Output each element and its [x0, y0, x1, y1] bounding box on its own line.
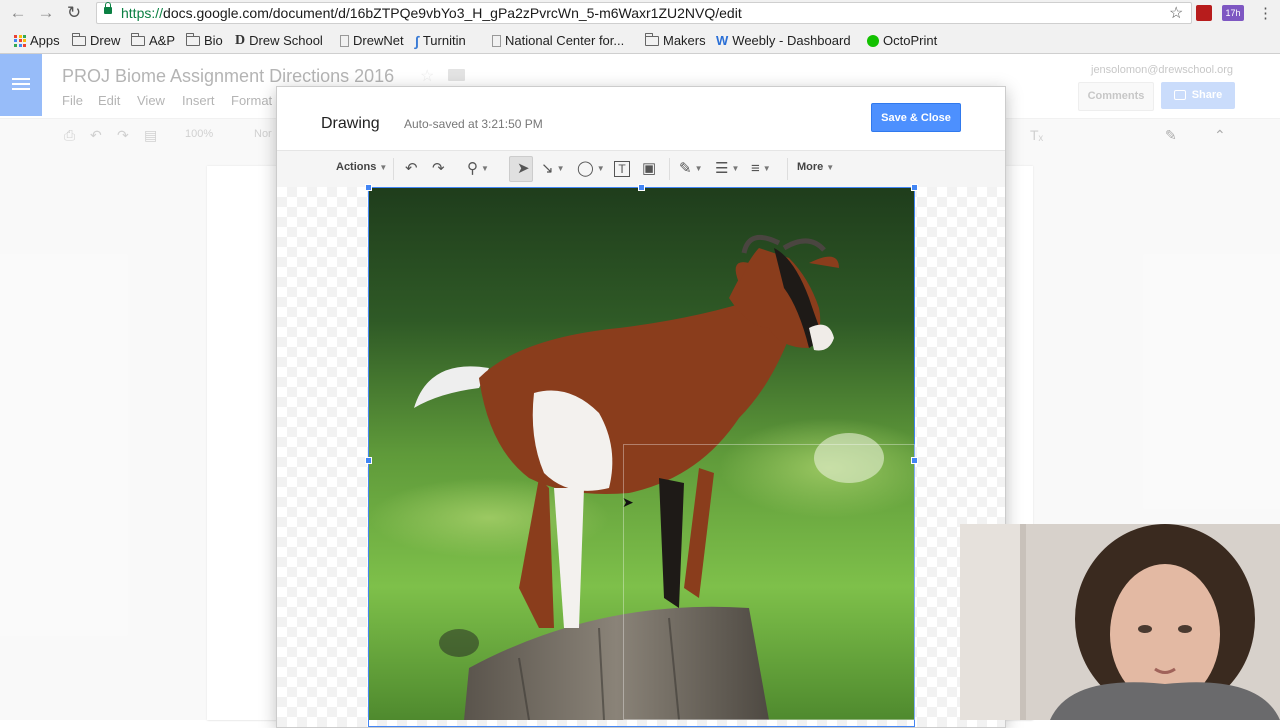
resize-handle-top-right[interactable]	[911, 184, 918, 191]
presenter-webcam-illustration	[960, 524, 1280, 720]
image-icon[interactable]: ▣	[642, 160, 656, 178]
apps-grid-icon	[14, 34, 26, 47]
redo-icon[interactable]: ↷	[432, 160, 445, 178]
resize-handle-top-left[interactable]	[365, 184, 372, 191]
chevron-down-icon: ▼	[556, 164, 565, 174]
page-icon	[340, 34, 349, 47]
resize-handle-left[interactable]	[365, 457, 372, 464]
calendar-extension-icon[interactable]: 17h	[1222, 5, 1244, 21]
bookmark-drewnet[interactable]: DrewNet	[340, 27, 404, 54]
bookmark-ap[interactable]: A&P	[131, 27, 175, 54]
toolbar-divider	[787, 158, 788, 180]
bookmark-drew[interactable]: Drew	[72, 27, 120, 54]
bookmark-star-icon[interactable]: ☆	[1169, 3, 1183, 23]
zoom-icon[interactable]: ⚲ ▼	[467, 160, 489, 178]
chevron-down-icon: ▼	[762, 164, 771, 174]
toolbar-divider	[669, 158, 670, 180]
line-dash-icon[interactable]: ≡ ▼	[751, 160, 771, 178]
folder-icon	[72, 32, 86, 46]
drew-school-icon: D	[235, 32, 246, 48]
line-tool-icon[interactable]: ↘ ▼	[541, 160, 565, 178]
bookmarks-bar: Apps Drew A&P Bio D Drew School DrewNet ∫…	[0, 27, 1280, 54]
resize-handle-top[interactable]	[638, 184, 645, 191]
chevron-down-icon: ▼	[826, 162, 835, 172]
bookmark-bio[interactable]: Bio	[186, 27, 223, 54]
address-bar[interactable]: https://docs.google.com/document/d/16bZT…	[96, 2, 1192, 24]
folder-icon	[131, 32, 145, 46]
bookmark-weebly[interactable]: W Weebly - Dashboard	[716, 27, 851, 54]
toolbar-divider	[393, 158, 394, 180]
bookmark-apps[interactable]: Apps	[14, 27, 60, 54]
extension-badge: 17h	[1225, 8, 1241, 18]
folder-icon	[645, 32, 659, 46]
drawing-toolbar: Actions ▼ ↶ ↷ ⚲ ▼ ➤ ↘ ▼ ◯ ▼ T ▣ ✎ ▼ ☰ ▼ ≡ ▼ Mor…	[277, 150, 1005, 188]
chevron-down-icon: ▼	[379, 162, 388, 172]
select-cursor-icon[interactable]: ➤	[517, 160, 530, 178]
secure-lock-icon	[104, 2, 112, 14]
mouse-cursor-icon: ➤	[622, 494, 634, 510]
bookmark-octoprint[interactable]: OctoPrint	[867, 27, 937, 54]
weebly-icon: W	[716, 33, 729, 48]
page-icon	[492, 34, 501, 47]
line-weight-icon[interactable]: ☰ ▼	[715, 160, 739, 178]
crop-guide	[623, 444, 915, 720]
film-extension-icon[interactable]	[1196, 5, 1212, 21]
chevron-down-icon: ▼	[596, 164, 605, 174]
bookmark-makers[interactable]: Makers	[645, 27, 706, 54]
url-text: https://docs.google.com/document/d/16bZT…	[121, 5, 742, 21]
bookmark-drew-school[interactable]: D Drew School	[235, 27, 323, 54]
turnitin-icon: ∫	[415, 32, 419, 49]
undo-icon[interactable]: ↶	[405, 160, 418, 178]
browser-url-bar: ← → ↻ https://docs.google.com/document/d…	[0, 0, 1280, 27]
line-color-pencil-icon[interactable]: ✎ ▼	[679, 160, 703, 178]
forward-arrow-icon[interactable]: →	[36, 3, 56, 23]
save-and-close-button[interactable]: Save & Close	[871, 103, 961, 132]
resize-handle-right[interactable]	[911, 457, 918, 464]
back-arrow-icon[interactable]: ←	[8, 3, 28, 23]
webcam-video-overlay	[960, 524, 1280, 720]
chrome-menu-icon[interactable]: ⋮	[1258, 4, 1273, 22]
actions-menu[interactable]: Actions ▼	[336, 161, 387, 173]
reload-icon[interactable]: ↻	[64, 3, 84, 23]
bookmark-national-center[interactable]: National Center for...	[492, 27, 624, 54]
bookmark-turnitin[interactable]: ∫ Turnitin	[415, 27, 466, 54]
text-box-icon[interactable]: T	[614, 161, 630, 177]
autosave-status: Auto-saved at 3:21:50 PM	[404, 117, 543, 131]
octoprint-icon	[867, 34, 879, 47]
folder-icon	[186, 32, 200, 46]
drawing-dialog-title: Drawing	[321, 115, 380, 132]
chevron-down-icon: ▼	[481, 164, 489, 174]
chevron-down-icon: ▼	[694, 164, 703, 174]
chevron-down-icon: ▼	[731, 164, 740, 174]
shape-tool-icon[interactable]: ◯ ▼	[577, 160, 605, 178]
more-menu[interactable]: More ▼	[797, 161, 834, 173]
